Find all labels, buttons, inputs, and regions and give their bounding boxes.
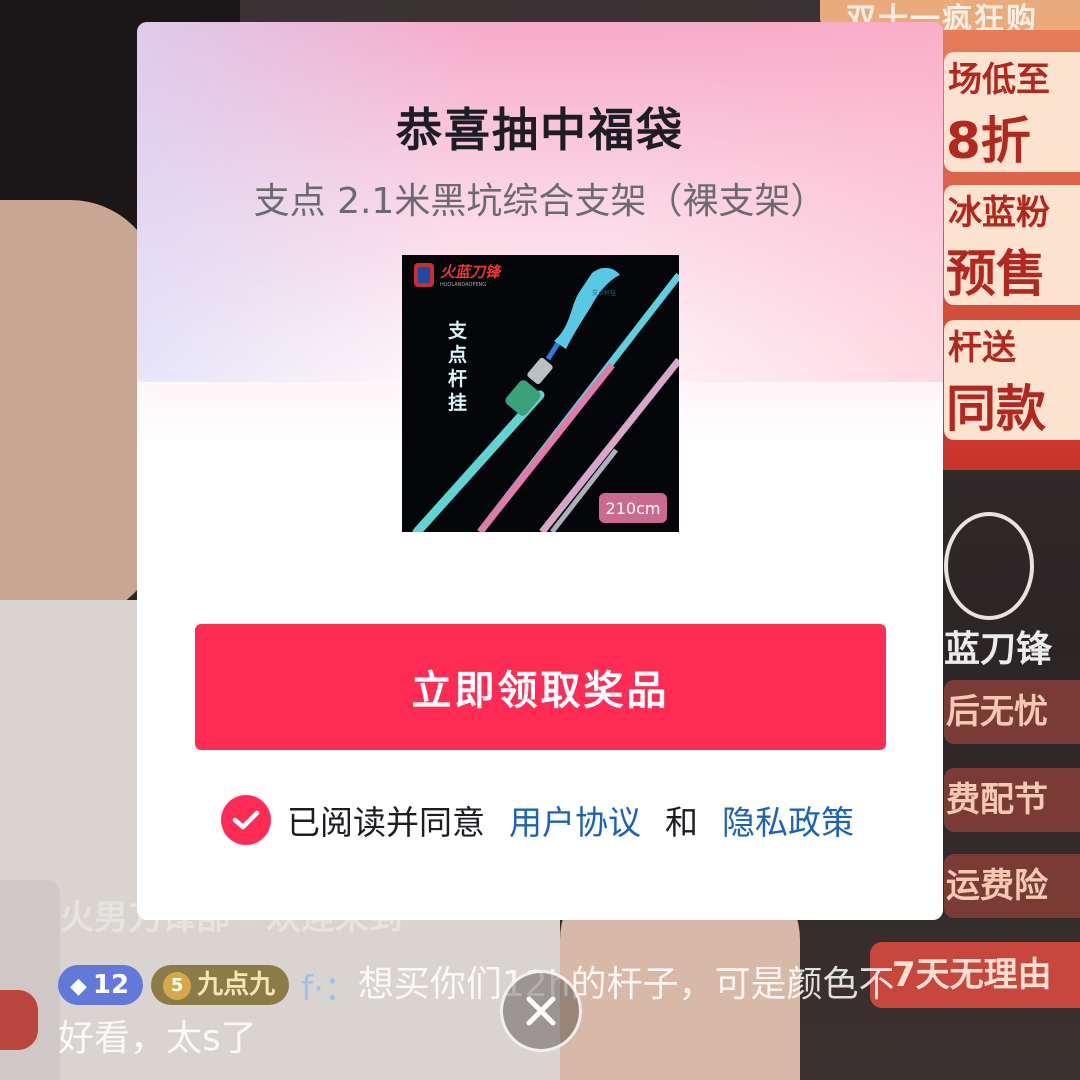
shield-icon: 5 — [163, 971, 192, 1000]
fan-level-badge: ◆ 12 — [58, 965, 144, 1005]
check-icon[interactable] — [221, 795, 271, 845]
privacy-policy-link[interactable]: 隐私政策 — [722, 796, 854, 844]
prize-brand-sub: HUOLANDAOFENG — [440, 282, 486, 288]
chat-message: ◆ 12 5 九点九 f·：想买你们12h的杆子，可是颜色不好看，太s了 — [58, 958, 898, 1066]
close-icon — [526, 996, 556, 1026]
close-button[interactable] — [500, 970, 582, 1052]
diamond-icon: ◆ — [70, 974, 87, 999]
agreement-and: 和 — [665, 803, 698, 842]
brand-logo-icon — [414, 263, 434, 287]
user-agreement-link[interactable]: 用户协议 — [509, 796, 641, 844]
agreement-prefix: 已阅读并同意 — [287, 803, 485, 842]
agreement-row: 已阅读并同意 用户协议 和 隐私政策 — [221, 794, 854, 846]
brand-logo-icon — [944, 512, 1034, 620]
fan-club-badge: 5 九点九 — [151, 965, 290, 1005]
chat-username[interactable]: f·： — [301, 969, 358, 1009]
vertical-char-1: 点 — [448, 344, 467, 366]
brand-name: 蓝刀锋 — [944, 629, 1053, 670]
promo-card: 冰蓝粉 预售 — [944, 185, 1080, 305]
service-tag: 费配节 — [944, 768, 1080, 832]
vertical-char-0: 支 — [447, 320, 468, 342]
modal-title: 恭喜抽中福袋 — [396, 103, 684, 157]
claim-prize-button[interactable]: 立即领取奖品 — [195, 624, 886, 750]
svg-text:支点杆挂: 支点杆挂 — [592, 289, 616, 297]
prize-image: 火蓝刀锋 HUOLANDAOFENG 支 点 杆 挂 支点杆挂 210cm — [402, 255, 679, 532]
seven-day-return-tag: 7天无理由 — [870, 942, 1080, 1008]
prize-brand: 火蓝刀锋 — [440, 263, 502, 281]
promo-card: 杆送 同款 — [944, 320, 1080, 440]
prize-size-label: 210cm — [606, 499, 661, 518]
vertical-char-3: 挂 — [448, 391, 467, 414]
vertical-char-2: 杆 — [448, 367, 467, 390]
promo-card: 场低至 8折 — [944, 52, 1080, 172]
service-tag: 后无忧 — [944, 680, 1080, 744]
lucky-bag-modal: 恭喜抽中福袋 支点 2.1米黑坑综合支架（裸支架） 火蓝刀锋 HUOLANDAO… — [137, 22, 943, 920]
prize-name: 支点 2.1米黑坑综合支架（裸支架） — [253, 181, 827, 222]
service-tag: 运费险 — [944, 854, 1080, 918]
